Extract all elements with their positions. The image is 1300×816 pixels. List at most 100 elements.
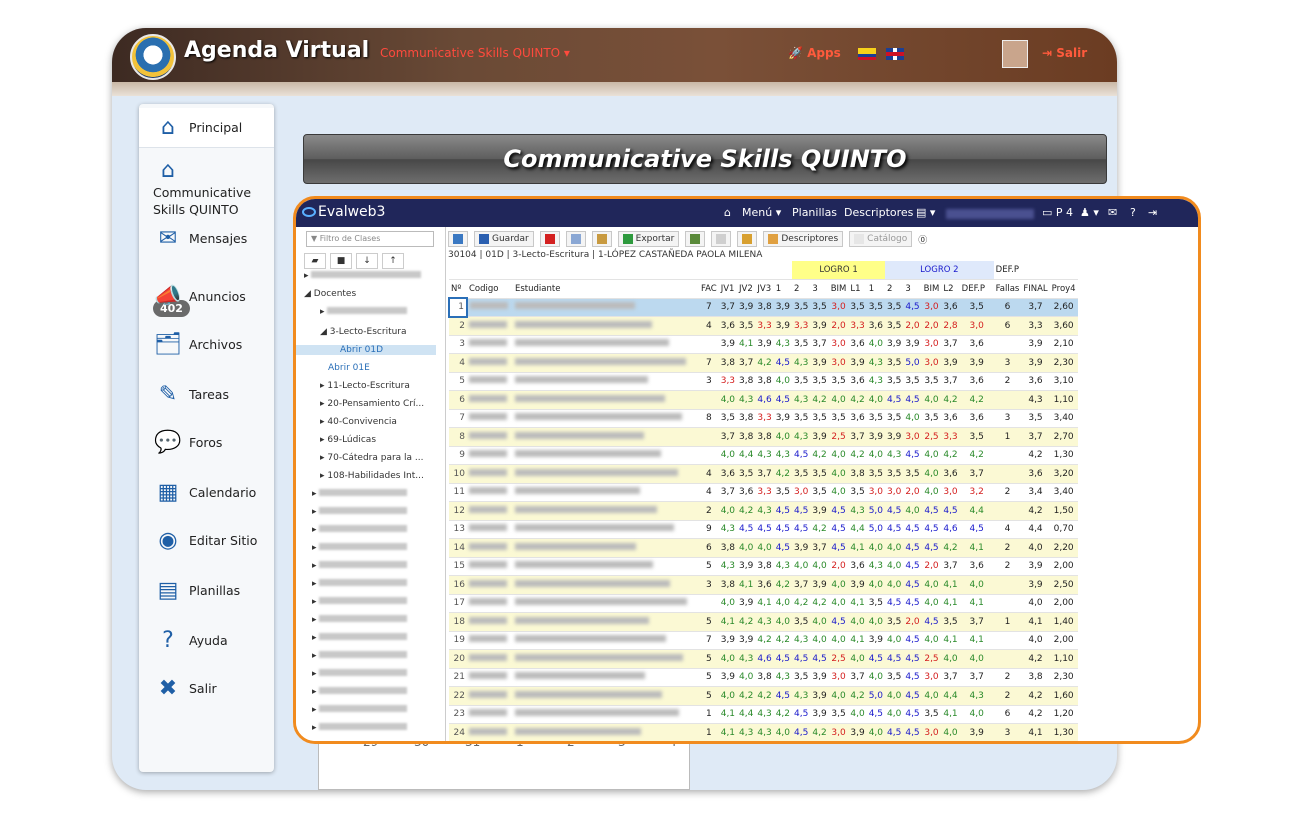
grade-cell[interactable]: 4,0 — [718, 501, 738, 521]
grade-cell[interactable]: 3,9 — [773, 409, 793, 428]
grade-cell[interactable]: 4,2 — [792, 594, 811, 613]
tree-item-blurred[interactable]: ▸ — [312, 687, 408, 697]
sidebar-item-mensajes[interactable]: ✉ Mensajes — [139, 218, 274, 258]
grade-cell[interactable]: 2,0 — [903, 483, 922, 502]
grade-cell[interactable]: 2 — [993, 538, 1022, 558]
grade-cell[interactable]: 3,20 — [1049, 464, 1078, 484]
descriptores-link[interactable]: Descriptores — [844, 206, 913, 219]
grade-cell[interactable]: 4,3 — [866, 557, 886, 576]
grade-cell[interactable]: 3,5 — [810, 409, 829, 428]
table-row[interactable]: 16 3 3,8 4,1 3,6 4,2 3,7 3,9 4,0 3,9 4,0 4,0 4,5 4,0 4… — [449, 575, 1078, 595]
grade-cell[interactable]: 3,7 — [755, 464, 774, 484]
tree-item[interactable]: ▸ 108-Habilidades Int... — [320, 471, 424, 481]
grade-cell[interactable]: 3,6 — [959, 335, 994, 354]
grade-cell[interactable]: 3,8 — [718, 538, 738, 558]
grade-cell[interactable]: 4,0 — [921, 594, 942, 613]
save-button[interactable]: Guardar — [474, 231, 534, 247]
grade-cell[interactable]: 5,0 — [903, 353, 922, 373]
grade-cell[interactable]: 2,0 — [903, 316, 922, 336]
grade-cell[interactable]: 2,5 — [921, 427, 942, 447]
grade-cell[interactable]: 1 — [993, 427, 1022, 447]
table-row[interactable]: 14 6 3,8 4,0 4,0 4,5 3,9 3,7 4,5 4,1 4,0 4,0 4,5 4,5 4… — [449, 538, 1078, 558]
grade-cell[interactable]: 3,8 — [1021, 668, 1050, 687]
grade-cell[interactable]: 4,5 — [829, 742, 849, 744]
grade-cell[interactable]: 3,6 — [1021, 372, 1050, 391]
grade-cell[interactable]: 3,7 — [810, 538, 829, 558]
grade-cell[interactable]: 3,6 — [848, 557, 867, 576]
grade-cell[interactable]: 4,3 — [792, 631, 811, 650]
grade-cell[interactable]: 3,40 — [1049, 483, 1078, 502]
grade-cell[interactable]: 4,2 — [959, 446, 994, 465]
grade-cell[interactable]: 4,5 — [903, 686, 922, 706]
grade-cell[interactable]: 3,7 — [792, 575, 811, 595]
grade-cell[interactable]: 4,3 — [792, 353, 811, 373]
grade-cell[interactable]: 4,3 — [792, 686, 811, 706]
delete-button[interactable] — [539, 231, 560, 247]
grade-cell[interactable]: 3 — [699, 575, 719, 595]
grade-cell[interactable]: 5 — [699, 649, 719, 669]
grade-cell[interactable]: 3,7 — [959, 464, 994, 484]
grade-cell[interactable]: 4,4 — [960, 742, 994, 744]
grade-cell[interactable]: 4,0 — [903, 409, 922, 428]
grade-cell[interactable]: 4,4 — [737, 742, 755, 744]
grade-cell[interactable]: 3,5 — [885, 409, 904, 428]
grade-cell[interactable]: 4,5 — [755, 520, 774, 539]
grade-cell[interactable]: 4,2 — [773, 575, 793, 595]
tree-item-blurred[interactable]: ▸ — [312, 651, 408, 661]
grade-cell[interactable]: 4,0 — [921, 483, 942, 502]
grade-cell[interactable]: 4,0 — [921, 446, 942, 465]
grade-cell[interactable]: 3,8 — [755, 557, 774, 576]
grade-cell[interactable]: 4,4 — [737, 446, 756, 465]
grade-cell[interactable]: 4,2 — [755, 631, 774, 650]
grade-cell[interactable]: 7 — [699, 298, 719, 317]
sidebar-item-tareas[interactable]: ✎ Tareas — [139, 374, 274, 414]
grade-cell[interactable]: 4,0 — [921, 390, 942, 410]
copy-button[interactable] — [565, 231, 586, 247]
grade-cell[interactable]: 4,5 — [773, 501, 793, 521]
grade-cell[interactable]: 3,9 — [737, 594, 756, 613]
grade-cell[interactable]: 3,6 — [941, 409, 960, 428]
grade-cell[interactable]: 3,0 — [921, 668, 942, 687]
grade-cell[interactable]: 4,5 — [903, 631, 922, 650]
grade-cell[interactable] — [993, 446, 1022, 465]
grade-cell[interactable] — [993, 575, 1022, 595]
grade-cell[interactable] — [993, 390, 1022, 410]
grade-cell[interactable]: 4,1 — [959, 631, 994, 650]
descriptores-button[interactable]: Descriptores — [763, 231, 844, 247]
grade-cell[interactable]: 3,6 — [959, 557, 994, 576]
grade-cell[interactable]: 3,8 — [755, 372, 774, 391]
grade-cell[interactable]: 4,3 — [755, 612, 774, 632]
grade-cell[interactable]: 3,5 — [792, 372, 811, 391]
tree-item-blurred[interactable]: ▸ — [312, 507, 408, 517]
grade-cell[interactable]: 4,2 — [737, 501, 756, 521]
grade-cell[interactable]: 4,4 — [1021, 742, 1049, 744]
grade-cell[interactable] — [699, 427, 719, 447]
grade-cell[interactable]: 4,0 — [921, 575, 942, 595]
grade-cell[interactable]: 4,5 — [921, 538, 942, 558]
school-selector[interactable] — [946, 209, 1034, 219]
grade-cell[interactable]: 3,5 — [792, 668, 811, 687]
grade-cell[interactable]: 4,4 — [848, 520, 867, 539]
document-menu-icon[interactable]: ▤ ▾ — [916, 206, 935, 219]
grade-cell[interactable]: 5,0 — [866, 520, 886, 539]
grade-cell[interactable]: 4,0 — [773, 723, 793, 741]
table-row[interactable]: 20 5 4,0 4,3 4,6 4,5 4,5 4,5 2,5 4,0 4,5 4,5 4,5 2,5 4… — [449, 649, 1078, 669]
grade-cell[interactable]: 2,5 — [828, 649, 849, 669]
grade-cell[interactable]: 3,3 — [718, 372, 738, 391]
grade-cell[interactable]: 4,5 — [792, 649, 811, 669]
column-header[interactable]: JV2 — [737, 279, 756, 299]
info-icon[interactable]: ⓪ — [918, 233, 927, 246]
grade-cell[interactable]: 4 — [699, 483, 719, 502]
grade-cell[interactable]: 2 — [994, 742, 1022, 744]
grade-cell[interactable]: 4,5 — [885, 649, 904, 669]
grade-cell[interactable]: 4,5 — [903, 594, 922, 613]
student-button[interactable] — [685, 231, 706, 247]
grade-cell[interactable]: 4,2 — [810, 446, 829, 465]
grade-cell[interactable]: 4,1 — [959, 538, 994, 558]
grade-cell[interactable]: 4,2 — [773, 464, 793, 484]
grade-cell[interactable]: 3,9 — [755, 335, 774, 354]
grade-cell[interactable]: 4,0 — [866, 575, 886, 595]
grade-cell[interactable]: 4,5 — [828, 501, 849, 521]
grade-cell[interactable]: 4,2 — [1021, 705, 1050, 724]
grade-cell[interactable]: 1,50 — [1049, 501, 1078, 521]
